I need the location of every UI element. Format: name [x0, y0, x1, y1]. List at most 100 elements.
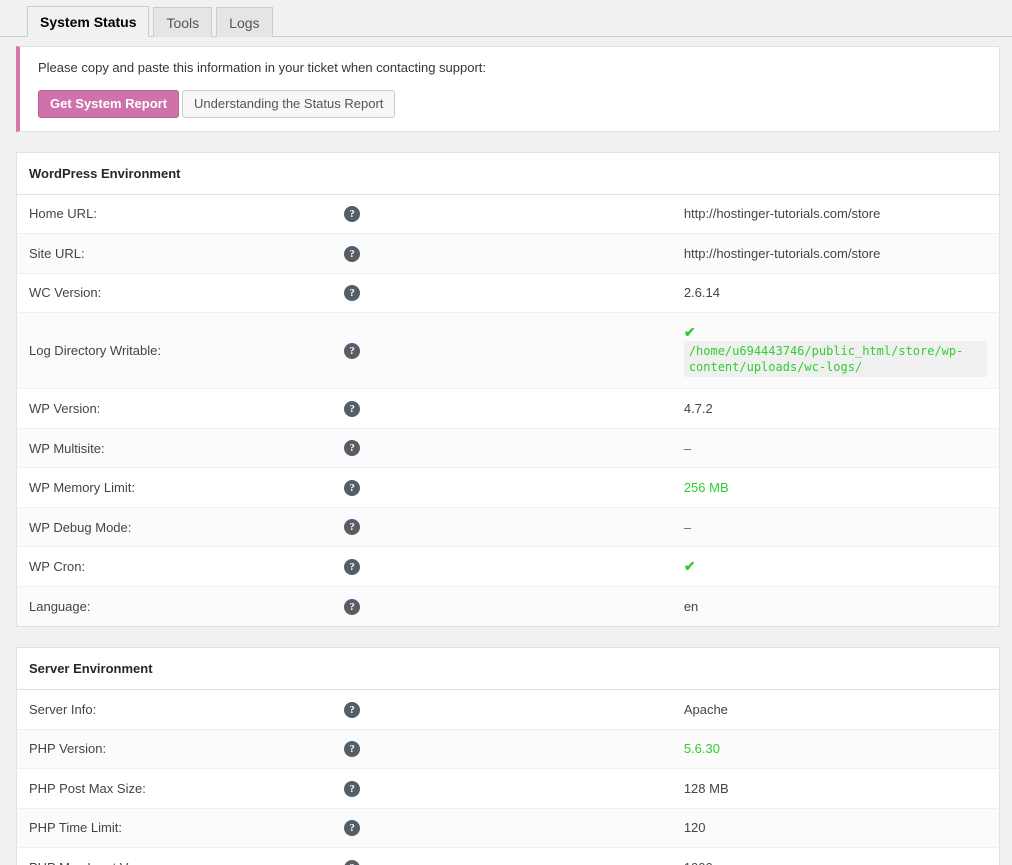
help-cell: ?: [344, 586, 672, 627]
table-row: PHP Version:? 5.6.30: [16, 729, 1000, 770]
table-row: Log Directory Writable:? ✔/home/u69444374…: [16, 312, 1000, 390]
table-row: WP Cron:? ✔: [16, 546, 1000, 588]
help-icon[interactable]: ?: [344, 741, 361, 758]
support-notice: Please copy and paste this information i…: [16, 46, 1000, 132]
help-cell: ?: [344, 467, 672, 508]
understanding-status-report-button[interactable]: Understanding the Status Report: [182, 89, 396, 118]
help-cell: ?: [344, 689, 672, 730]
row-label: WP Cron:: [16, 546, 345, 588]
status-sections: WordPress Environment Home URL:? http://ho…: [16, 151, 1000, 865]
system-status-page: System Status Tools Logs Please copy and p…: [0, 0, 1012, 865]
table-row: WP Version:? 4.7.2: [16, 388, 1000, 429]
row-value: 256 MB: [671, 467, 1000, 508]
table-row: WP Debug Mode:? –: [16, 507, 1000, 548]
help-icon[interactable]: ?: [344, 400, 361, 417]
row-value: ✔/home/u694443746/public_html/store/wp-c…: [671, 312, 1000, 390]
row-label: WP Multisite:: [16, 428, 345, 469]
help-icon[interactable]: ?: [344, 780, 361, 797]
help-icon[interactable]: ?: [344, 342, 361, 359]
section-title: WordPress Environment: [16, 152, 1000, 195]
row-value: 120: [671, 808, 1000, 849]
row-value: –: [671, 507, 1000, 548]
help-cell: ?: [344, 233, 672, 274]
help-cell: ?: [344, 388, 672, 429]
row-label: WP Version:: [16, 388, 345, 429]
help-icon[interactable]: ?: [344, 820, 361, 837]
section-header-row: Server Environment: [16, 647, 1000, 690]
row-value-text: 5.6.30: [683, 741, 720, 757]
page-wrap: Please copy and paste this information i…: [0, 46, 1012, 865]
row-value: Apache: [671, 689, 1000, 730]
table-row: PHP Max Input Vars:? 1000: [16, 847, 1000, 865]
row-value: –: [671, 428, 1000, 469]
row-value-text: http://hostinger-tutorials.com/store: [683, 245, 881, 261]
table-row: Server Info:? Apache: [16, 689, 1000, 730]
section-title: Server Environment: [16, 647, 1000, 690]
help-cell: ?: [344, 546, 672, 588]
row-value: en: [671, 586, 1000, 627]
help-cell: ?: [344, 768, 672, 809]
check-icon: ✔: [683, 558, 696, 575]
row-value-text: Apache: [683, 701, 728, 717]
check-icon: ✔: [683, 324, 696, 341]
row-value-text: –: [683, 440, 692, 456]
table-row: WP Multisite:? –: [16, 428, 1000, 469]
row-label: Language:: [16, 586, 345, 627]
row-value-text: 4.7.2: [683, 400, 713, 416]
tab-tools[interactable]: Tools: [153, 7, 213, 37]
row-value-text: http://hostinger-tutorials.com/store: [683, 206, 881, 222]
tab-system-status[interactable]: System Status: [27, 6, 150, 37]
help-cell: ?: [344, 808, 672, 849]
row-value-text: 256 MB: [683, 480, 729, 496]
row-value: 1000: [671, 847, 1000, 865]
row-label: Site URL:: [16, 233, 345, 274]
row-label: WP Debug Mode:: [16, 507, 345, 548]
help-cell: ?: [344, 312, 672, 390]
row-label: Home URL:: [16, 194, 345, 235]
tab-logs[interactable]: Logs: [216, 7, 273, 37]
row-value-text: 2.6.14: [683, 285, 720, 301]
help-icon[interactable]: ?: [344, 245, 361, 262]
help-icon[interactable]: ?: [344, 440, 361, 457]
help-icon[interactable]: ?: [344, 599, 361, 615]
help-cell: ?: [344, 507, 672, 548]
row-value-text: 128 MB: [683, 780, 729, 796]
row-value: 4.7.2: [671, 388, 1000, 429]
table-row: PHP Post Max Size:? 128 MB: [16, 768, 1000, 809]
help-icon[interactable]: ?: [344, 701, 361, 718]
table-row: WC Version:? 2.6.14: [16, 273, 1000, 314]
row-label: WC Version:: [16, 273, 345, 314]
table-row: Language:? en: [16, 586, 1000, 627]
help-cell: ?: [344, 194, 672, 235]
help-icon[interactable]: ?: [344, 519, 361, 536]
help-icon[interactable]: ?: [344, 285, 361, 302]
row-value-path: /home/u694443746/public_html/store/wp-co…: [683, 341, 987, 378]
notice-text: Please copy and paste this information i…: [38, 60, 487, 75]
row-label: Log Directory Writable:: [16, 312, 345, 390]
row-label: PHP Version:: [16, 729, 345, 770]
row-label: PHP Post Max Size:: [16, 768, 345, 809]
section-header-row: WordPress Environment: [16, 152, 1000, 195]
help-cell: ?: [344, 729, 672, 770]
help-cell: ?: [344, 428, 672, 469]
row-label: Server Info:: [16, 689, 345, 730]
get-system-report-button[interactable]: Get System Report: [38, 89, 180, 118]
table-row: PHP Time Limit:? 120: [16, 808, 1000, 849]
help-cell: ?: [344, 847, 672, 865]
row-value-text: –: [683, 519, 692, 535]
row-label: PHP Max Input Vars:: [16, 847, 345, 865]
table-row: Home URL:? http://hostinger-tutorials.com…: [16, 194, 1000, 235]
row-value: 2.6.14: [671, 273, 1000, 314]
help-icon[interactable]: ?: [344, 479, 361, 496]
row-label: PHP Time Limit:: [16, 808, 345, 849]
row-value-text: 120: [683, 820, 706, 836]
table-row: Site URL:? http://hostinger-tutorials.com…: [16, 233, 1000, 274]
nav-tab-wrapper: System Status Tools Logs: [0, 0, 1012, 37]
help-icon[interactable]: ?: [344, 559, 361, 576]
table-row: WP Memory Limit:? 256 MB: [16, 467, 1000, 508]
row-value: 5.6.30: [671, 729, 1000, 770]
help-icon[interactable]: ?: [344, 206, 361, 223]
row-value-text: en: [683, 599, 699, 615]
help-icon[interactable]: ?: [344, 859, 361, 865]
row-value: 128 MB: [671, 768, 1000, 809]
